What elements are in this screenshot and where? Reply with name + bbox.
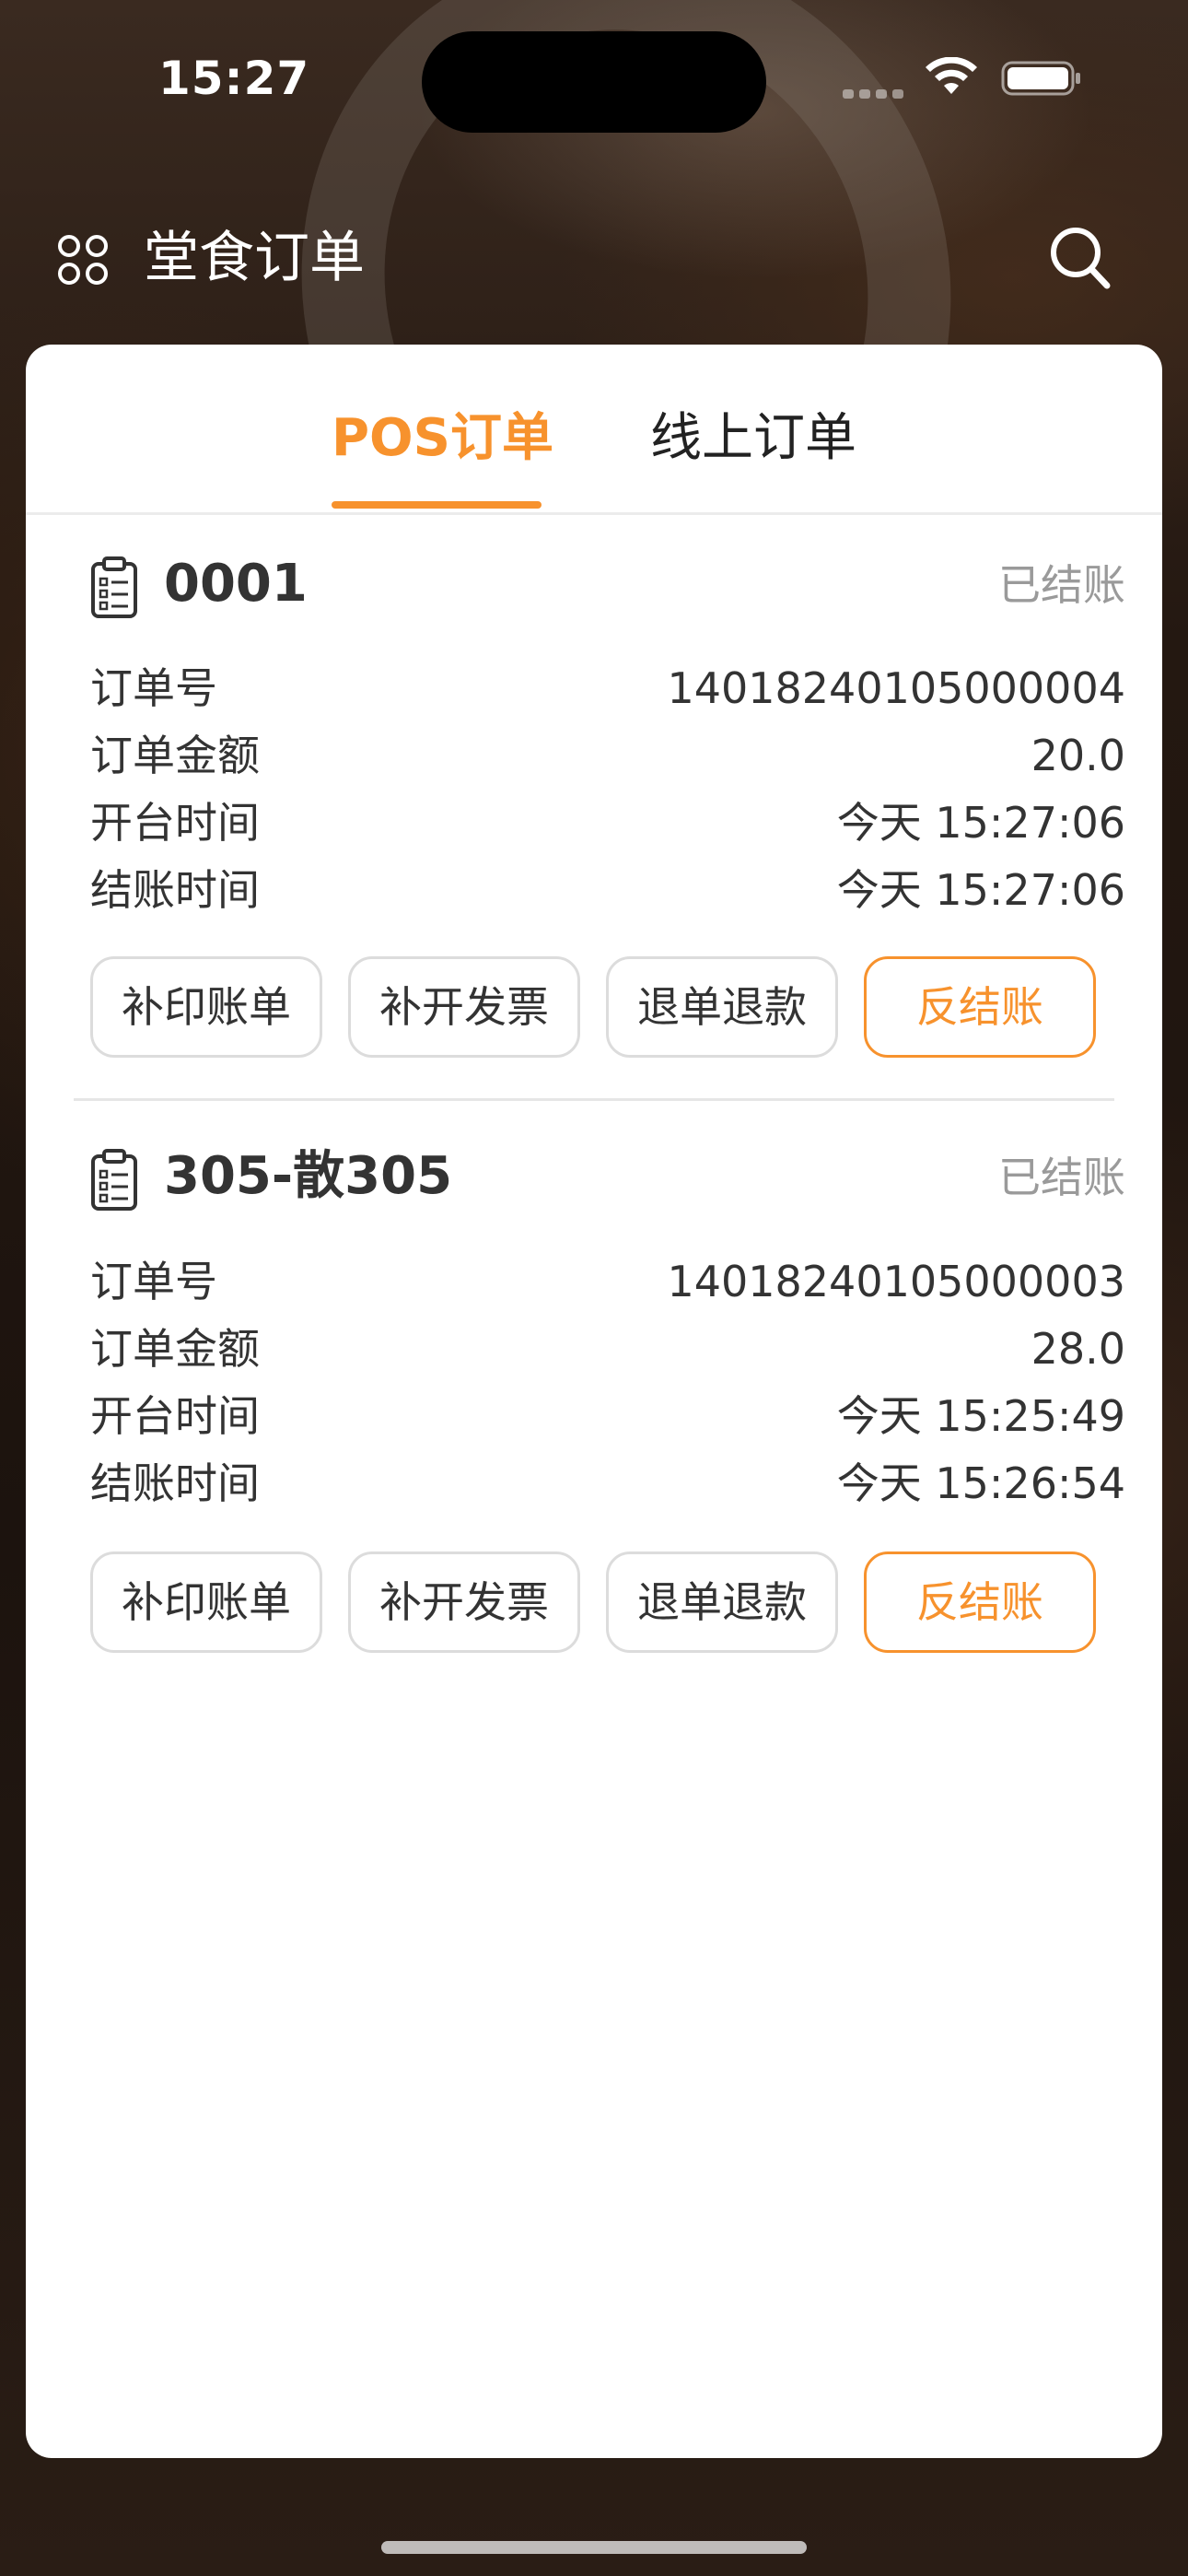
order-amount-row: 订单金额 28.0 bbox=[90, 1317, 1125, 1381]
reprint-bill-button[interactable]: 补印账单 bbox=[90, 1551, 322, 1653]
grid-menu-icon[interactable] bbox=[57, 234, 109, 286]
order-divider bbox=[74, 1098, 1114, 1101]
order-amount-label: 订单金额 bbox=[90, 731, 260, 780]
order-number-value: 14018240105000004 bbox=[667, 663, 1125, 713]
order-number-label: 订单号 bbox=[90, 1257, 217, 1306]
open-time-row: 开台时间 今天 15:27:06 bbox=[90, 790, 1125, 855]
order-amount-value: 28.0 bbox=[1031, 1324, 1125, 1374]
order-amount-row: 订单金额 20.0 bbox=[90, 723, 1125, 788]
checkout-time-value: 今天 15:27:06 bbox=[836, 865, 1125, 915]
reverse-checkout-button[interactable]: 反结账 bbox=[864, 956, 1096, 1058]
order-header: 0001 已结账 bbox=[90, 547, 1125, 621]
open-time-label: 开台时间 bbox=[90, 798, 260, 848]
wifi-icon bbox=[926, 57, 977, 94]
tab-online-orders[interactable]: 线上订单 bbox=[650, 402, 856, 475]
checkout-time-value: 今天 15:26:54 bbox=[836, 1458, 1125, 1508]
open-time-row: 开台时间 今天 15:25:49 bbox=[90, 1384, 1125, 1448]
order-amount-value: 20.0 bbox=[1031, 731, 1125, 780]
order-number-row: 订单号 14018240105000004 bbox=[90, 656, 1125, 720]
status-time: 15:27 bbox=[158, 52, 310, 105]
active-tab-indicator bbox=[332, 501, 542, 509]
tab-pos-orders[interactable]: POS订单 bbox=[332, 402, 553, 475]
cellular-signal-icon bbox=[843, 85, 909, 102]
order-list-card: POS订单 线上订单 0001 已结账 订单号 1401824010500000… bbox=[26, 345, 1162, 2458]
refund-order-button[interactable]: 退单退款 bbox=[606, 956, 838, 1058]
open-time-label: 开台时间 bbox=[90, 1391, 260, 1441]
checkout-time-row: 结账时间 今天 15:26:54 bbox=[90, 1451, 1125, 1516]
order-card[interactable]: 305-散305 已结账 订单号 14018240105000003 订单金额 … bbox=[26, 1140, 1162, 1969]
checkout-time-row: 结账时间 今天 15:27:06 bbox=[90, 858, 1125, 922]
reissue-invoice-button[interactable]: 补开发票 bbox=[348, 956, 580, 1058]
refund-order-button[interactable]: 退单退款 bbox=[606, 1551, 838, 1653]
dynamic-island bbox=[422, 31, 766, 133]
order-number-value: 14018240105000003 bbox=[667, 1257, 1125, 1306]
checkout-time-label: 结账时间 bbox=[90, 1458, 260, 1508]
order-status: 已结账 bbox=[998, 1153, 1125, 1202]
order-number-label: 订单号 bbox=[90, 663, 217, 713]
order-header: 305-散305 已结账 bbox=[90, 1140, 1125, 1213]
order-number-row: 订单号 14018240105000003 bbox=[90, 1249, 1125, 1314]
battery-icon bbox=[1001, 61, 1080, 96]
clipboard-list-icon bbox=[91, 556, 137, 618]
open-time-value: 今天 15:27:06 bbox=[836, 798, 1125, 848]
reverse-checkout-button[interactable]: 反结账 bbox=[864, 1551, 1096, 1653]
open-time-value: 今天 15:25:49 bbox=[836, 1391, 1125, 1441]
status-bar: 15:27 bbox=[0, 0, 1188, 157]
order-name: 305-散305 bbox=[164, 1146, 453, 1206]
order-status: 已结账 bbox=[998, 560, 1125, 610]
search-icon[interactable] bbox=[1048, 225, 1111, 291]
reprint-bill-button[interactable]: 补印账单 bbox=[90, 956, 322, 1058]
tab-bar: POS订单 线上订单 bbox=[26, 345, 1162, 515]
order-name: 0001 bbox=[164, 554, 308, 614]
navigation-bar: 堂食订单 bbox=[0, 203, 1188, 313]
home-indicator[interactable] bbox=[381, 2541, 807, 2554]
clipboard-list-icon bbox=[91, 1149, 137, 1211]
reissue-invoice-button[interactable]: 补开发票 bbox=[348, 1551, 580, 1653]
order-amount-label: 订单金额 bbox=[90, 1324, 260, 1374]
page-title: 堂食订单 bbox=[144, 226, 365, 290]
checkout-time-label: 结账时间 bbox=[90, 865, 260, 915]
